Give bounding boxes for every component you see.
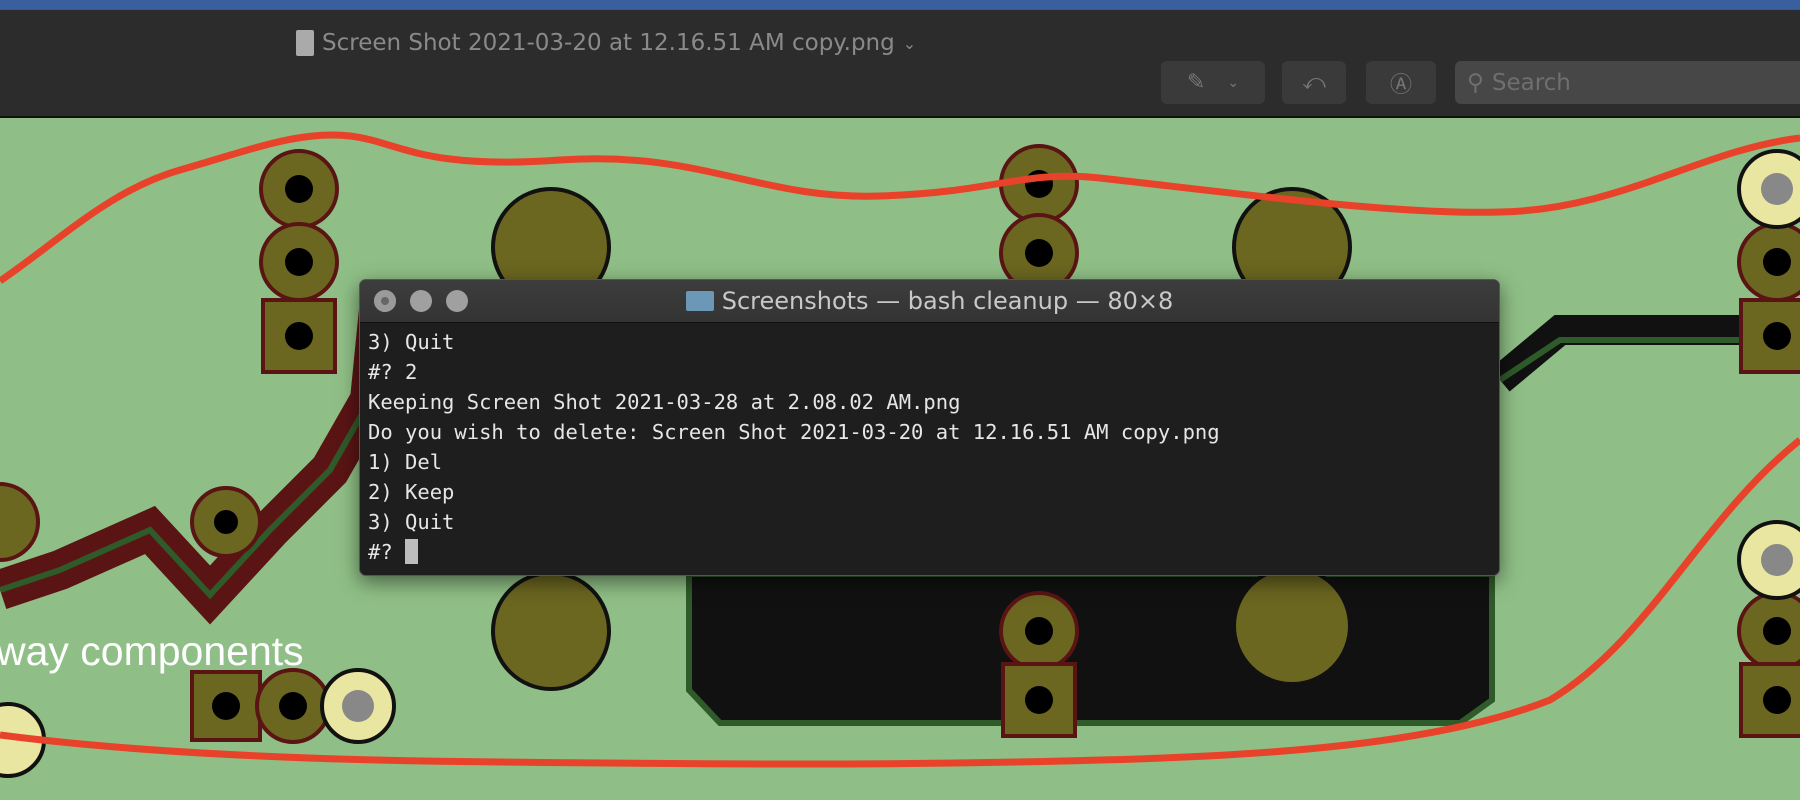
zoom-button[interactable] — [446, 290, 468, 312]
search-icon: ⚲ — [1467, 69, 1484, 96]
terminal-line: 2) Keep — [368, 480, 455, 504]
terminal-prompt-line[interactable]: #? — [368, 537, 1491, 567]
pcb-label: way components — [0, 628, 304, 674]
terminal-line: 1) Del — [368, 450, 443, 474]
terminal-prompt: #? — [368, 540, 406, 564]
component-area — [686, 571, 1495, 726]
chevron-down-icon: ⌄ — [1227, 74, 1240, 91]
terminal-line: 3) Quit — [368, 510, 455, 534]
terminal-line: Keeping Screen Shot 2021-03-28 at 2.08.0… — [368, 390, 961, 414]
rotate-left-icon: ⤺ — [1302, 70, 1326, 95]
chevron-down-icon: ⌄ — [902, 33, 917, 53]
terminal-line: 3) Quit — [368, 330, 455, 354]
terminal-window[interactable]: Screenshots — bash cleanup — 80×8 3) Qui… — [359, 279, 1500, 576]
pen-circle-icon: Ⓐ — [1389, 72, 1412, 98]
search-placeholder: Search — [1491, 69, 1571, 96]
annotate-button[interactable]: Ⓐ — [1366, 61, 1436, 104]
folder-icon — [685, 291, 714, 311]
terminal-titlebar[interactable]: Screenshots — bash cleanup — 80×8 — [360, 280, 1499, 323]
document-title-text: Screen Shot 2021-03-20 at 12.16.51 AM co… — [322, 30, 895, 56]
preview-toolbar: Screen Shot 2021-03-20 at 12.16.51 AM co… — [0, 9, 1800, 118]
search-input[interactable]: ⚲ Search — [1455, 61, 1800, 104]
pen-markup-icon: ✎ — [1186, 70, 1206, 95]
desktop-strip — [0, 0, 1800, 9]
markup-button[interactable]: ✎ ⌄ — [1161, 61, 1265, 104]
text-cursor — [405, 539, 419, 564]
document-icon — [296, 30, 314, 56]
close-button[interactable] — [374, 290, 396, 312]
document-title[interactable]: Screen Shot 2021-03-20 at 12.16.51 AM co… — [296, 30, 916, 56]
terminal-output[interactable]: 3) Quit #? 2 Keeping Screen Shot 2021-03-2… — [360, 323, 1499, 571]
terminal-line: Do you wish to delete: Screen Shot 2021-… — [368, 420, 1220, 444]
minimize-button[interactable] — [410, 290, 432, 312]
terminal-title: Screenshots — bash cleanup — 80×8 — [721, 287, 1174, 315]
terminal-line: #? 2 — [368, 360, 418, 384]
rotate-button[interactable]: ⤺ — [1282, 61, 1346, 104]
